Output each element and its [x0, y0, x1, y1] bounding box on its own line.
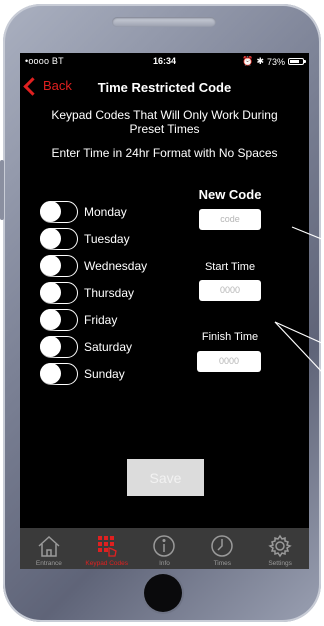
- day-toggle-tuesday[interactable]: Tuesday: [40, 227, 130, 251]
- instruction-text: Enter Time in 24hr Format with No Spaces: [51, 146, 278, 160]
- tab-times[interactable]: Times: [193, 528, 251, 569]
- day-toggle-monday[interactable]: Monday: [40, 200, 127, 224]
- phone-frame: •oooo BT 16:34 ⏰ ✱ 73% Back Time Restric…: [0, 0, 324, 626]
- tab-bar: Entrance Keypad Codes Info Times Setting…: [20, 528, 309, 569]
- battery-icon: [288, 58, 306, 65]
- nav-bar: Back Time Restricted Code: [20, 73, 309, 101]
- home-button[interactable]: [144, 574, 182, 612]
- speaker-grille: [112, 17, 216, 27]
- bluetooth-icon: ✱: [256, 56, 264, 66]
- page-title: Time Restricted Code: [97, 80, 232, 95]
- tab-label: Entrance: [35, 560, 62, 567]
- screen: •oooo BT 16:34 ⏰ ✱ 73% Back Time Restric…: [20, 53, 309, 569]
- day-label: Saturday: [84, 340, 133, 354]
- day-toggle-friday[interactable]: Friday: [40, 308, 117, 332]
- toggle-switch[interactable]: [40, 255, 78, 277]
- day-label: Thursday: [84, 286, 135, 300]
- battery-percent: 73%: [266, 56, 285, 67]
- day-label: Tuesday: [84, 232, 130, 246]
- finish-time-label: Finish Time: [201, 331, 259, 343]
- day-label: Wednesday: [84, 259, 148, 273]
- day-toggle-sunday[interactable]: Sunday: [40, 362, 125, 386]
- gear-icon: [268, 534, 292, 558]
- finish-time-input[interactable]: 0000: [197, 351, 261, 372]
- clock-icon: [211, 535, 234, 557]
- tab-label: Settings: [268, 560, 292, 567]
- toggle-switch[interactable]: [40, 282, 78, 304]
- new-code-label: New Code: [198, 187, 262, 202]
- start-time-label: Start Time: [204, 261, 256, 273]
- toggle-switch[interactable]: [40, 201, 78, 223]
- day-label: Sunday: [84, 367, 125, 381]
- save-button[interactable]: Save: [127, 459, 204, 496]
- tab-label: Times: [213, 560, 232, 567]
- alarm-icon: ⏰: [242, 56, 254, 66]
- tab-label: Info: [159, 560, 170, 567]
- intro-line-1b: Preset Times: [129, 122, 200, 136]
- day-label: Friday: [84, 313, 118, 327]
- side-button: [0, 160, 4, 220]
- status-right: ⏰ ✱ 73%: [242, 56, 306, 67]
- intro-text: Keypad Codes That Will Only Work During …: [20, 108, 309, 136]
- tab-label: Keypad Codes: [85, 560, 129, 567]
- info-icon: [153, 535, 176, 557]
- day-toggle-wednesday[interactable]: Wednesday: [40, 254, 147, 278]
- status-bar: •oooo BT 16:34 ⏰ ✱ 73%: [20, 53, 309, 69]
- keypad-icon: [97, 536, 117, 557]
- day-toggle-thursday[interactable]: Thursday: [40, 281, 134, 305]
- intro-line-1a: Keypad Codes That Will Only Work During: [51, 108, 278, 122]
- day-label: Monday: [84, 205, 127, 219]
- start-time-input[interactable]: 0000: [199, 280, 261, 301]
- tab-info[interactable]: Info: [136, 528, 194, 569]
- tab-entrance[interactable]: Entrance: [20, 528, 78, 569]
- toggle-switch[interactable]: [40, 336, 78, 358]
- toggle-switch[interactable]: [40, 309, 78, 331]
- tab-settings[interactable]: Settings: [251, 528, 309, 569]
- toggle-switch[interactable]: [40, 363, 78, 385]
- toggle-switch[interactable]: [40, 228, 78, 250]
- house-icon: [38, 535, 60, 557]
- tab-keypad-codes[interactable]: Keypad Codes: [78, 528, 136, 569]
- code-input[interactable]: code: [199, 209, 261, 230]
- day-toggle-saturday[interactable]: Saturday: [40, 335, 132, 359]
